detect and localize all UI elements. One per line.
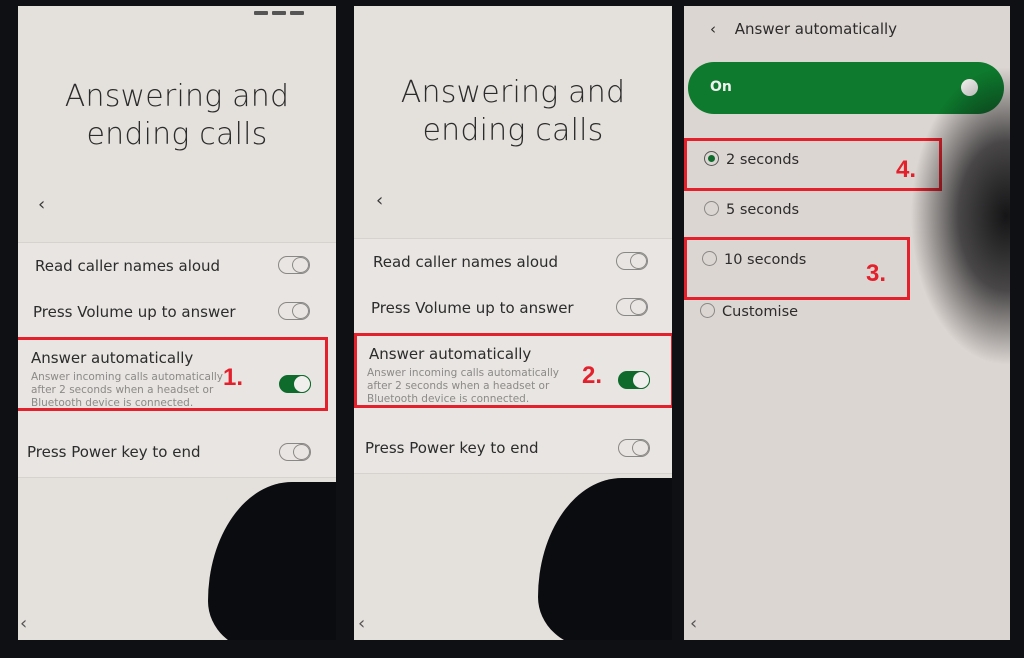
nav-back-icon[interactable]: ‹ <box>690 613 697 634</box>
step-label: 2. <box>582 362 603 389</box>
screen-header: ‹ Answer automatically <box>710 20 897 38</box>
toggle-knob <box>293 444 310 460</box>
screen-title: Answer automatically <box>734 20 898 38</box>
option-label: 5 seconds <box>726 202 800 218</box>
screenshot-panel-1: Answering and ending calls ‹ Read caller… <box>18 6 336 640</box>
highlight-box <box>354 333 672 408</box>
toggle-power-key-end[interactable] <box>279 443 311 461</box>
setting-label: Press Volume up to answer <box>33 303 236 321</box>
page-title-line-1: Answering and <box>64 79 290 114</box>
finger-shadow <box>538 478 672 640</box>
toggle-volume-up-answer[interactable] <box>278 302 310 320</box>
toggle-read-caller-names[interactable] <box>278 256 310 274</box>
finger-shadow <box>208 482 336 640</box>
master-switch-label: On <box>710 79 732 95</box>
finger-shadow <box>910 66 1010 366</box>
screenshot-panel-2: Answering and ending calls ‹ Read caller… <box>354 6 672 640</box>
toggle-knob <box>292 257 309 273</box>
step-label: 1. <box>223 364 244 391</box>
page-title-line-1: Answering and <box>400 75 626 110</box>
setting-label: Read caller names aloud <box>373 253 559 271</box>
option-label: Customise <box>722 304 799 320</box>
setting-label: Press Volume up to answer <box>371 299 574 317</box>
toggle-knob <box>630 299 647 315</box>
setting-row-power-key-end[interactable]: Press Power key to end <box>18 429 336 475</box>
back-chevron-icon[interactable]: ‹ <box>376 190 383 211</box>
back-chevron-icon[interactable]: ‹ <box>710 20 716 38</box>
back-chevron-icon[interactable]: ‹ <box>38 194 45 215</box>
toggle-read-caller-names[interactable] <box>616 252 648 270</box>
radio-unselected-icon[interactable] <box>700 303 715 318</box>
option-customise[interactable]: Customise <box>700 303 798 320</box>
step-label: 3. <box>866 260 887 287</box>
toggle-power-key-end[interactable] <box>618 439 650 457</box>
setting-row-read-caller-names[interactable]: Read caller names aloud <box>354 239 672 285</box>
setting-label: Press Power key to end <box>365 439 539 457</box>
setting-label: Read caller names aloud <box>35 257 221 275</box>
nav-back-icon[interactable]: ‹ <box>20 613 27 634</box>
toggle-knob <box>632 440 649 456</box>
radio-unselected-icon[interactable] <box>704 201 719 216</box>
status-bar <box>254 6 324 15</box>
page-title: Answering and ending calls <box>18 78 336 154</box>
nav-back-icon[interactable]: ‹ <box>358 613 365 634</box>
page-title-line-2: ending calls <box>86 117 268 152</box>
setting-row-volume-up-answer[interactable]: Press Volume up to answer <box>354 285 672 331</box>
highlight-box <box>18 337 328 411</box>
screenshot-panel-3: ‹ Answer automatically On 2 seconds 5 se… <box>684 6 1010 640</box>
option-5-seconds[interactable]: 5 seconds <box>704 201 799 218</box>
setting-label: Press Power key to end <box>27 443 201 461</box>
toggle-knob <box>292 303 309 319</box>
setting-row-read-caller-names[interactable]: Read caller names aloud <box>18 243 336 289</box>
setting-row-volume-up-answer[interactable]: Press Volume up to answer <box>18 289 336 335</box>
page-title-line-2: ending calls <box>422 113 604 148</box>
page-title: Answering and ending calls <box>354 74 672 150</box>
toggle-volume-up-answer[interactable] <box>616 298 648 316</box>
toggle-knob <box>630 253 647 269</box>
setting-row-power-key-end[interactable]: Press Power key to end <box>354 425 672 471</box>
